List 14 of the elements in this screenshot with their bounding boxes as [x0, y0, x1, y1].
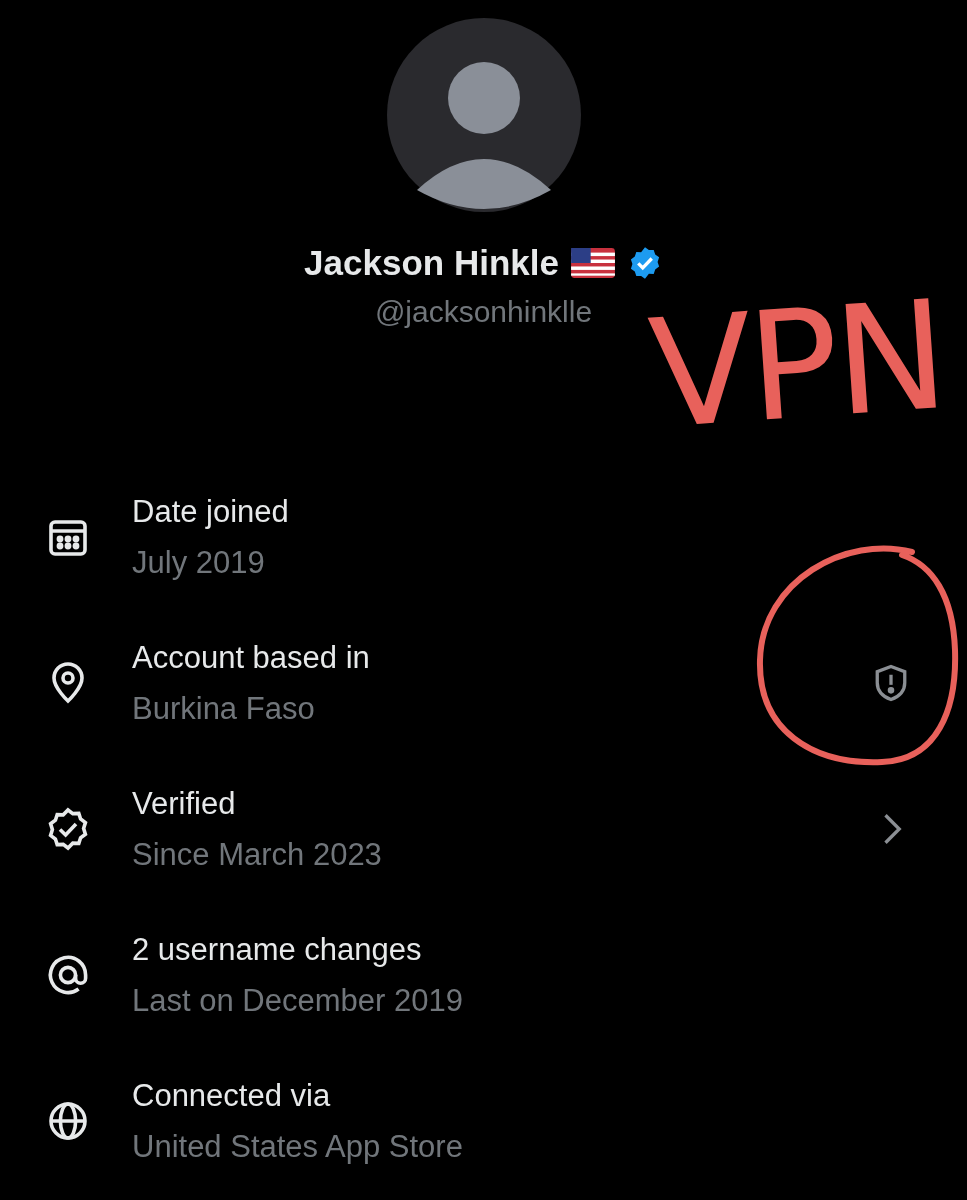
detail-title: 2 username changes [132, 931, 422, 969]
detail-title: Account based in [132, 639, 370, 677]
profile-handle: @jacksonhinklle [374, 294, 593, 330]
flag-icon [570, 248, 615, 278]
detail-value: July 2019 [132, 544, 265, 582]
detail-value: United States App Store [132, 1128, 463, 1166]
detail-title: Verified [132, 785, 236, 823]
detail-value: Last on December 2019 [132, 982, 463, 1020]
profile-name: Jackson Hinkle [304, 243, 559, 283]
detail-title: Connected via [132, 1077, 331, 1115]
handwritten-annotation: VPN [645, 279, 949, 451]
detail-value: Burkina Faso [132, 690, 315, 728]
detail-value: Since March 2023 [132, 836, 382, 874]
detail-title: Date joined [132, 493, 289, 531]
